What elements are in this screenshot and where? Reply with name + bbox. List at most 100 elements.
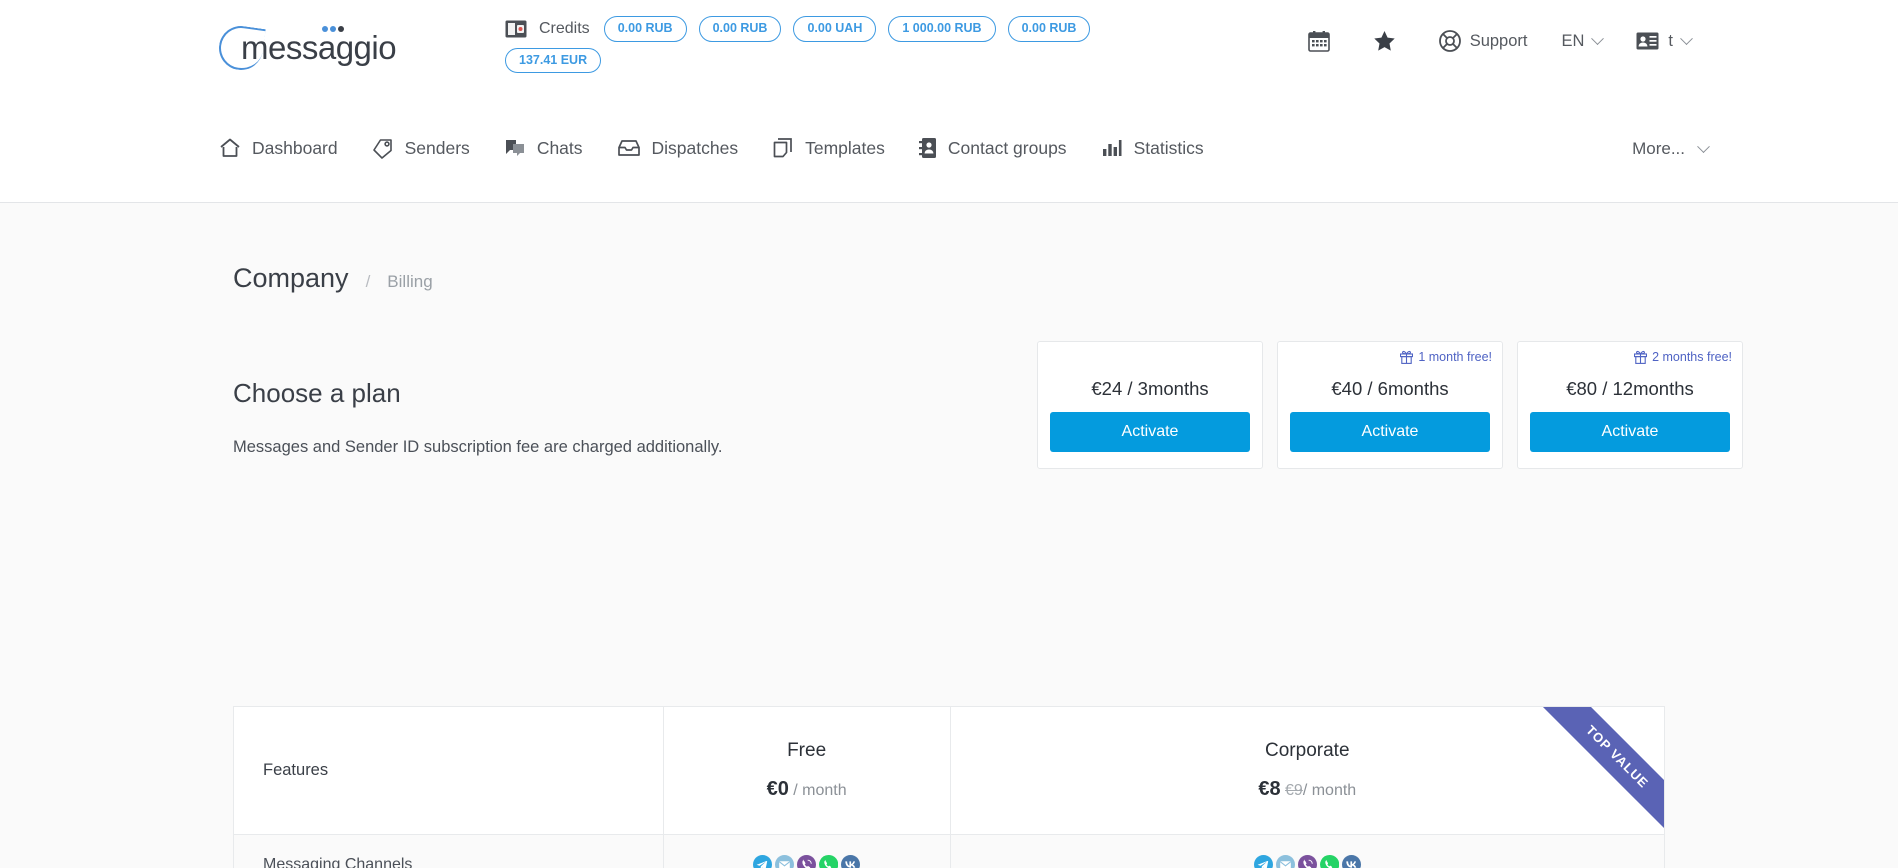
nav-item-more[interactable]: More... [1632,139,1710,159]
activate-button[interactable]: Activate [1530,412,1730,452]
inbox-icon [617,138,641,158]
plan-free-label: 2 months free! [1652,350,1732,364]
nav-items: Dashboard Senders Chats Dispatches Templ… [219,137,1221,159]
whatsapp-icon [1319,855,1339,868]
credits-label: Credits [539,19,590,37]
favorites-button[interactable] [1356,30,1422,52]
chevron-down-icon [1680,31,1693,45]
nav-label: Senders [404,137,470,158]
plan-card-3months: €24 / 3months Activate [1037,341,1263,469]
plan-cost-period: / month [1302,782,1357,799]
nav-item-contact-groups[interactable]: Contact groups [902,137,1084,159]
email-icon [1275,855,1295,868]
credit-chip[interactable]: 137.41 EUR [505,47,602,73]
plan-cost-amount: €8 [1258,778,1281,800]
email-icon [775,855,795,868]
table-header-row: Features Free €0 / month Corporate €8 €9… [233,706,1665,835]
main-navigation: Dashboard Senders Chats Dispatches Templ… [0,107,1898,203]
activate-button[interactable]: Activate [1050,412,1250,452]
gift-icon [1400,350,1414,364]
channel-icons [951,855,1664,868]
nav-label: Statistics [1133,137,1204,158]
column-header-free: Free €0 / month [662,706,951,835]
credit-chip[interactable]: 0.00 RUB [603,16,687,42]
plan-cost-old: €9 [1285,782,1303,799]
credits-area: Credits 0.00 RUB 0.00 RUB 0.00 UAH 1 000… [505,16,1145,73]
nav-label: Templates [805,137,885,158]
nav-label: Chats [536,137,583,158]
nav-item-chats[interactable]: Chats [487,137,600,159]
plan-name: Corporate [1265,740,1350,761]
calendar-button[interactable] [1291,30,1356,52]
breadcrumb-separator: / [365,272,371,291]
language-selector[interactable]: EN [1544,32,1619,51]
copy-icon [772,137,794,159]
top-value-ribbon: TOP VALUE [1536,707,1664,834]
nav-item-senders[interactable]: Senders [355,137,487,159]
page-content: Company / Billing Choose a plan Messages… [0,203,1898,868]
plan-price: €40 / 6months [1331,378,1449,399]
chat-icon [504,137,526,159]
bar-chart-icon [1101,138,1123,158]
plan-price: €80 / 12months [1566,378,1694,399]
plan-cost-amount: €0 [766,778,789,800]
more-label: More... [1632,139,1685,158]
star-icon [1373,30,1396,52]
vk-icon [1341,855,1361,868]
plan-free-label: 1 month free! [1418,350,1492,364]
table-row: Messaging Channels [233,834,1665,868]
credit-chip[interactable]: 0.00 RUB [698,16,782,42]
telegram-icon [1253,855,1273,868]
free-value [662,834,951,868]
logo-dots-icon [322,26,344,32]
lifebuoy-icon [1438,30,1461,52]
feature-name: Messaging Channels [233,834,664,868]
top-header: messaggio Credits 0.00 RUB 0.00 RUB 0.00… [0,0,1898,107]
viber-icon [797,855,817,868]
nav-label: Dispatches [651,137,739,158]
logo-text: messaggio [241,29,397,66]
user-label: t [1668,31,1673,50]
wallet-icon [505,20,527,38]
plan-cards: €24 / 3months Activate 1 month free! €40… [1037,341,1743,469]
activate-button[interactable]: Activate [1290,412,1490,452]
page-subtitle: Messages and Sender ID subscription fee … [233,438,723,456]
home-icon [219,137,241,159]
breadcrumb: Company / Billing [233,263,433,294]
chevron-down-icon [1591,31,1605,45]
nav-label: Contact groups [947,137,1067,158]
plan-cost: €8 €9/ month [951,778,1664,801]
nav-item-templates[interactable]: Templates [755,137,902,159]
plan-card-12months: 2 months free! €80 / 12months Activate [1517,341,1743,469]
column-header-corporate: Corporate €8 €9/ month TOP VALUE [949,706,1665,835]
credit-chip[interactable]: 0.00 RUB [1007,16,1091,42]
app-logo[interactable]: messaggio [216,23,397,76]
plan-cost-period: / month [793,782,847,799]
whatsapp-icon [819,855,839,868]
calendar-icon [1307,30,1330,52]
support-label: Support [1469,31,1528,50]
plan-price: €24 / 3months [1091,378,1209,399]
features-header: Features [233,706,664,835]
user-menu[interactable]: t [1619,32,1708,51]
plan-comparison-table: Features Free €0 / month Corporate €8 €9… [233,706,1665,868]
plan-cost: €0 / month [664,778,950,801]
plan-free-badge: 1 month free! [1400,350,1492,364]
nav-item-statistics[interactable]: Statistics [1084,138,1221,159]
credit-chip[interactable]: 0.00 UAH [793,16,877,42]
chevron-down-icon [1697,139,1710,153]
plan-card-6months: 1 month free! €40 / 6months Activate [1277,341,1503,469]
plan-name: Free [787,740,827,761]
telegram-icon [753,855,773,868]
id-card-icon [1636,32,1659,50]
nav-label: Dashboard [252,137,338,158]
gift-icon [1634,350,1648,364]
nav-item-dashboard[interactable]: Dashboard [219,137,355,159]
breadcrumb-billing[interactable]: Billing [387,272,432,292]
contacts-icon [918,137,937,159]
nav-item-dispatches[interactable]: Dispatches [600,138,756,159]
tag-icon [372,137,394,159]
credit-chip[interactable]: 1 000.00 RUB [888,16,996,42]
breadcrumb-company[interactable]: Company [233,263,349,294]
support-button[interactable]: Support [1422,30,1545,52]
